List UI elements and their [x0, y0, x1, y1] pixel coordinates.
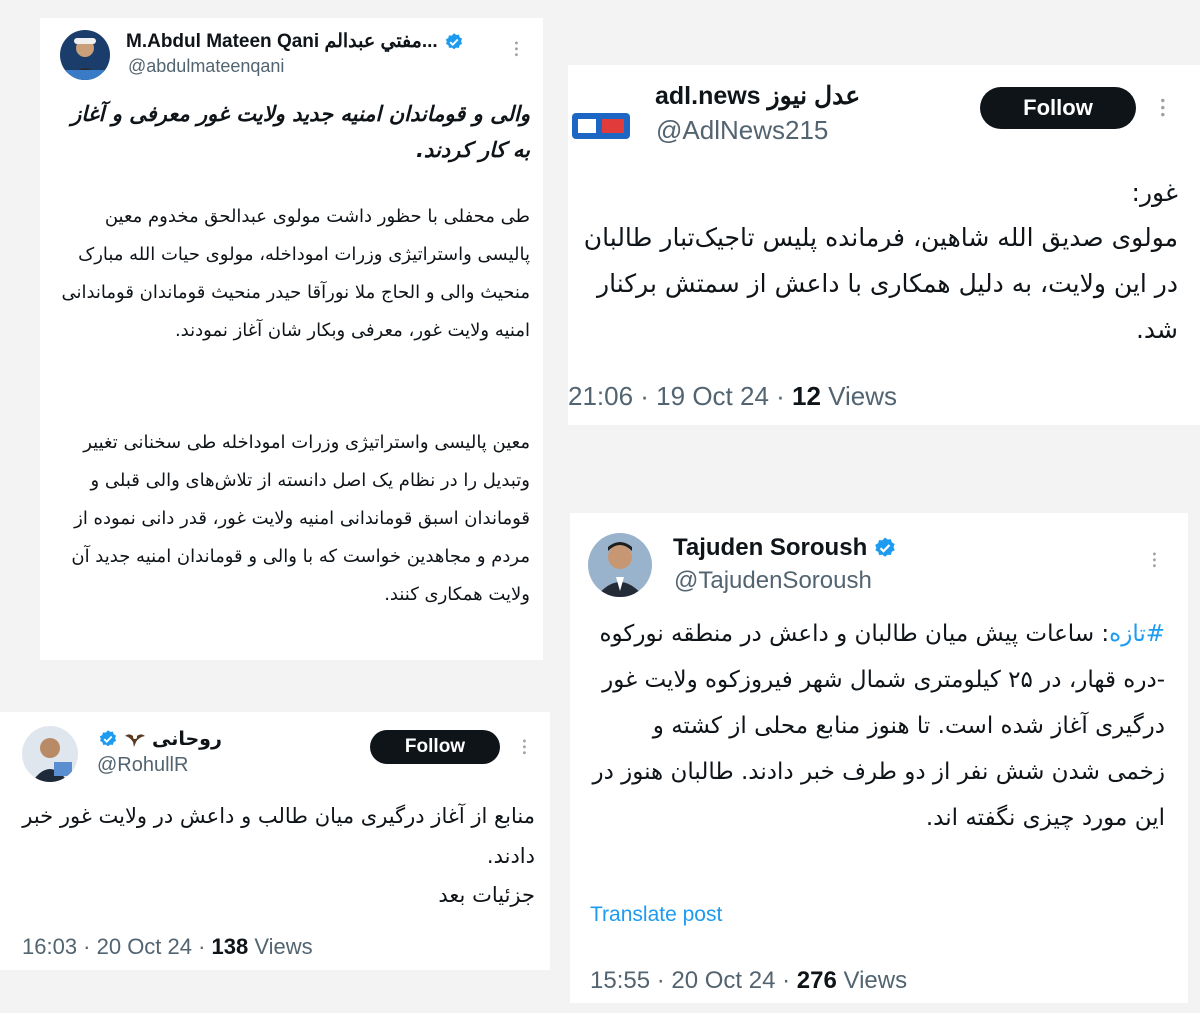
- avatar-image: [22, 726, 78, 782]
- adl-news-logo-icon: [568, 95, 634, 161]
- tweet-text-2: جزئیات بعد: [438, 883, 535, 907]
- verified-badge-icon: [875, 537, 895, 557]
- avatar[interactable]: [60, 30, 110, 80]
- follow-button[interactable]: Follow: [980, 87, 1136, 129]
- avatar[interactable]: [22, 726, 78, 782]
- more-options-icon[interactable]: •••: [1155, 97, 1169, 118]
- author-name[interactable]: adl.news عدل نیوز: [655, 81, 860, 111]
- tweet-timestamp[interactable]: 21:06 · 19 Oct 24 · 12 Views: [568, 381, 897, 412]
- avatar[interactable]: [568, 95, 634, 161]
- author-handle[interactable]: @RohullR: [97, 754, 188, 777]
- views-count: 138: [211, 934, 249, 959]
- more-options-icon[interactable]: •••: [518, 738, 529, 756]
- avatar[interactable]: [588, 533, 652, 597]
- author-handle[interactable]: @abdulmateenqani: [128, 56, 284, 77]
- author-name[interactable]: M.Abdul Mateen Qani مفتي عبدالم...: [126, 30, 464, 53]
- verified-badge-icon: [445, 32, 462, 49]
- more-options-icon[interactable]: •••: [510, 40, 521, 58]
- verified-badge-icon: [99, 730, 117, 747]
- avatar-image: [588, 533, 652, 597]
- tweet-card-rohullr: روحانی @RohullR Follow ••• منابع از آغاز…: [0, 712, 550, 970]
- tweet-paragraph-2: معین پالیسی واستراتیژی وزرات اموداخله طی…: [71, 432, 530, 605]
- tweet-text: مولوی صدیق الله شاهین، فرمانده پلیس تاجی…: [583, 223, 1178, 344]
- tweet-paragraph-1: طی محفلی با حظور داشت مولوی عبدالحق مخدو…: [61, 206, 530, 341]
- tweet-text-location: غور:: [1131, 178, 1178, 207]
- views-count: 276: [796, 967, 837, 994]
- eagle-emoji-icon: [125, 734, 145, 747]
- tweet-text: منابع از آغاز درگیری میان طالب و داعش در…: [22, 804, 535, 868]
- tweet-text: #تازه: ساعات پیش میان طالبان و داعش در م…: [592, 621, 1165, 831]
- tweet-card-abdulmateenqani: M.Abdul Mateen Qani مفتي عبدالم... @abdu…: [40, 18, 543, 660]
- author-name[interactable]: روحانی: [98, 728, 222, 750]
- avatar-image: [60, 30, 110, 80]
- follow-button[interactable]: Follow: [370, 730, 500, 764]
- tweet-card-adlnews: adl.news عدل نیوز @AdlNews215 Follow •••…: [568, 65, 1200, 425]
- tweet-card-tajudensoroush: Tajuden Soroush @TajudenSoroush ••• #تاز…: [570, 513, 1188, 1003]
- author-name[interactable]: Tajuden Soroush: [673, 534, 897, 562]
- tweet-timestamp[interactable]: 15:55 · 20 Oct 24 · 276 Views: [590, 967, 907, 995]
- author-handle[interactable]: @AdlNews215: [656, 115, 828, 146]
- translate-post-link[interactable]: Translate post: [590, 903, 722, 927]
- more-options-icon[interactable]: •••: [1148, 551, 1159, 569]
- tweet-headline: والی و قوماندان امنیه جدید ولایت غور معر…: [71, 102, 530, 162]
- hashtag-link[interactable]: #تازه: [1109, 621, 1165, 647]
- author-handle[interactable]: @TajudenSoroush: [674, 567, 872, 595]
- views-count: 12: [792, 381, 821, 411]
- tweet-timestamp[interactable]: 16:03 · 20 Oct 24 · 138 Views: [22, 934, 313, 960]
